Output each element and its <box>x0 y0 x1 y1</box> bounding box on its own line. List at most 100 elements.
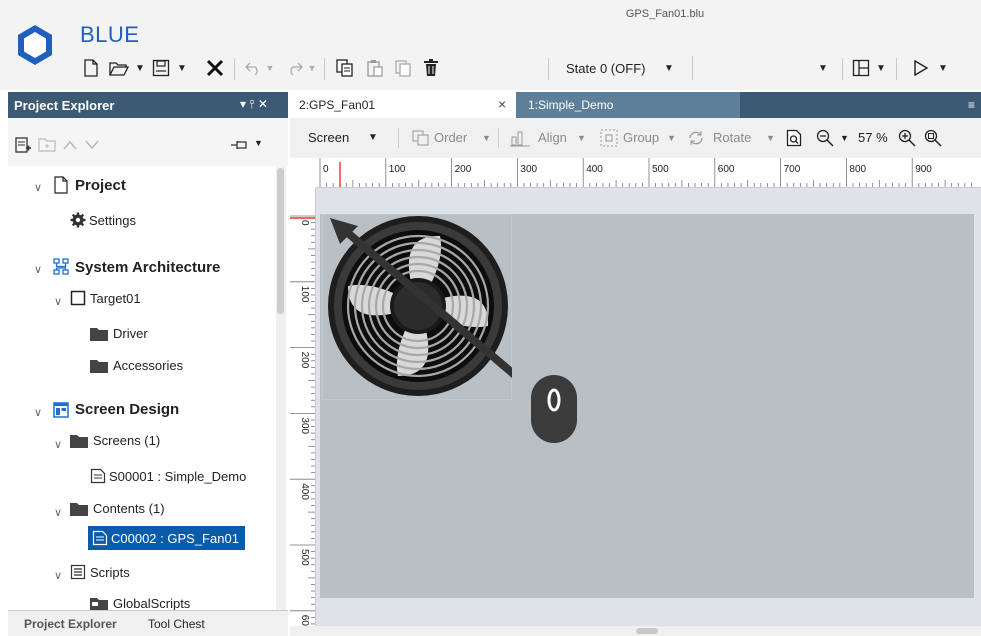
ruler-h-label: 700 <box>784 164 801 175</box>
combo-dropdown-chevron-icon[interactable]: ▼ <box>816 56 830 80</box>
undo-icon[interactable] <box>242 56 264 80</box>
chevron-down-icon[interactable]: ∨ <box>34 406 42 419</box>
screen-dropdown-chevron-icon[interactable]: ▼ <box>368 132 378 143</box>
tree-label: Screen Design <box>75 401 180 418</box>
tree-node-target[interactable]: Target01 <box>70 290 141 306</box>
blank-combo-box[interactable] <box>692 56 834 80</box>
tree-node-system-architecture[interactable]: System Architecture <box>53 258 220 276</box>
fan-graphic[interactable] <box>322 214 512 400</box>
tab-overflow-icon[interactable]: ≡ <box>968 98 975 112</box>
paste-icon[interactable] <box>364 56 386 80</box>
align-icon[interactable] <box>510 129 530 147</box>
layout-dropdown-chevron-icon[interactable]: ▼ <box>874 56 888 80</box>
group-menu[interactable]: Group <box>623 130 659 145</box>
app-name: BLUE <box>80 22 140 47</box>
group-dropdown-chevron-icon[interactable]: ▼ <box>667 133 676 143</box>
gear-icon <box>70 212 86 228</box>
state-dropdown-chevron-icon[interactable]: ▼ <box>662 56 676 80</box>
ruler-corner <box>290 158 316 188</box>
align-dropdown-chevron-icon[interactable]: ▼ <box>577 133 586 143</box>
canvas-scrollbar-thumb[interactable] <box>636 628 658 634</box>
chevron-down-icon[interactable]: ∨ <box>34 263 42 276</box>
panel-pin-controls[interactable]: ▾ ⫯ ✕ <box>240 97 268 112</box>
chevron-down-icon[interactable]: ∨ <box>54 295 62 308</box>
save-dropdown-chevron-icon[interactable]: ▼ <box>175 56 189 80</box>
zoom-level: 57 % <box>858 130 888 145</box>
zoom-out-icon[interactable] <box>816 129 834 147</box>
order-menu[interactable]: Order <box>434 130 467 145</box>
pin-dropdown-chevron-icon[interactable]: ▼ <box>254 138 263 148</box>
tab-tool-chest[interactable]: Tool Chest <box>148 617 205 631</box>
pin-icon[interactable] <box>230 139 250 151</box>
run-icon[interactable] <box>910 56 932 80</box>
preview-icon[interactable] <box>786 129 802 147</box>
tab-gps-fan01[interactable]: 2:GPS_Fan01 × <box>290 92 516 118</box>
redo-dropdown-chevron-icon[interactable]: ▼ <box>305 56 319 80</box>
copy-icon[interactable] <box>334 56 356 80</box>
toolbar-separator <box>548 58 549 80</box>
tree-node-settings[interactable]: Settings <box>70 212 136 228</box>
toolbar-separator <box>498 128 499 148</box>
close-icon[interactable] <box>202 56 228 80</box>
add-folder-icon[interactable] <box>38 137 56 153</box>
tab-simple-demo[interactable]: 1:Simple_Demo <box>516 92 740 118</box>
tree-node-screen-item[interactable]: S00001 : Simple_Demo <box>90 468 246 484</box>
target-device-icon <box>70 290 86 306</box>
tree-node-scripts[interactable]: Scripts <box>70 564 130 580</box>
tab-close-icon[interactable]: × <box>498 96 506 112</box>
toolbar-separator <box>324 58 325 80</box>
chevron-down-icon[interactable]: ∨ <box>54 438 62 451</box>
tree-node-screens[interactable]: Screens (1) <box>70 433 160 448</box>
zoom-in-icon[interactable] <box>898 129 916 147</box>
ruler-v-label: 200 <box>299 352 310 369</box>
rotate-icon[interactable] <box>686 130 706 146</box>
tree-node-screen-design[interactable]: Screen Design <box>53 401 179 418</box>
chevron-down-icon[interactable]: ∨ <box>54 569 62 582</box>
vertical-ruler: 0100200300400500600 <box>290 188 316 628</box>
group-icon[interactable] <box>600 129 618 147</box>
folder-icon <box>70 434 88 448</box>
new-file-icon[interactable] <box>80 56 102 80</box>
zoom-dropdown-chevron-icon[interactable]: ▼ <box>840 133 849 143</box>
chevron-down-icon[interactable]: ∨ <box>34 181 42 194</box>
align-menu[interactable]: Align <box>538 130 567 145</box>
tree-node-contents[interactable]: Contents (1) <box>70 501 165 516</box>
editor-toolbar: Screen ▼ Order ▼ Align ▼ Group ▼ Rotate … <box>290 118 981 158</box>
ruler-v-label: 300 <box>299 417 310 434</box>
content-file-icon <box>92 530 108 546</box>
zoom-fit-icon[interactable] <box>924 129 942 147</box>
move-down-icon[interactable] <box>84 139 100 151</box>
open-folder-icon[interactable] <box>108 56 130 80</box>
tree-scrollbar-thumb[interactable] <box>277 168 284 314</box>
delete-icon[interactable] <box>420 56 442 80</box>
tree-node-accessories[interactable]: Accessories <box>90 358 183 373</box>
layout-icon[interactable] <box>850 56 872 80</box>
order-icon[interactable] <box>412 130 430 146</box>
document-icon <box>54 176 68 194</box>
toolbar-separator <box>398 128 399 148</box>
tab-label: 1:Simple_Demo <box>528 98 614 112</box>
chevron-down-icon[interactable]: ∨ <box>54 506 62 519</box>
file-title: GPS_Fan01.blu <box>625 8 705 20</box>
move-up-icon[interactable] <box>62 139 78 151</box>
project-explorer-header: Project Explorer ▾ ⫯ ✕ <box>8 92 288 118</box>
open-dropdown-chevron-icon[interactable]: ▼ <box>133 56 147 80</box>
tree-node-global-scripts[interactable]: GlobalScripts <box>90 596 190 610</box>
rotate-menu[interactable]: Rotate <box>713 130 751 145</box>
save-icon[interactable] <box>150 56 172 80</box>
rotate-dropdown-chevron-icon[interactable]: ▼ <box>766 133 775 143</box>
run-dropdown-chevron-icon[interactable]: ▼ <box>936 56 950 80</box>
tree-label: Contents (1) <box>93 501 165 516</box>
tab-project-explorer[interactable]: Project Explorer <box>24 617 117 631</box>
tree-node-project[interactable]: Project <box>53 176 126 194</box>
undo-dropdown-chevron-icon[interactable]: ▼ <box>263 56 277 80</box>
order-dropdown-chevron-icon[interactable]: ▼ <box>482 133 491 143</box>
redo-icon[interactable] <box>284 56 306 80</box>
add-item-icon[interactable] <box>14 136 32 154</box>
state-selector[interactable]: State 0 (OFF) <box>556 56 652 80</box>
folder-icon <box>90 327 108 341</box>
duplicate-icon[interactable] <box>392 56 414 80</box>
tree-node-content-item-selected[interactable]: C00002 : GPS_Fan01 <box>88 526 245 550</box>
tree-node-driver[interactable]: Driver <box>90 326 148 341</box>
screen-menu[interactable]: Screen <box>308 130 349 145</box>
